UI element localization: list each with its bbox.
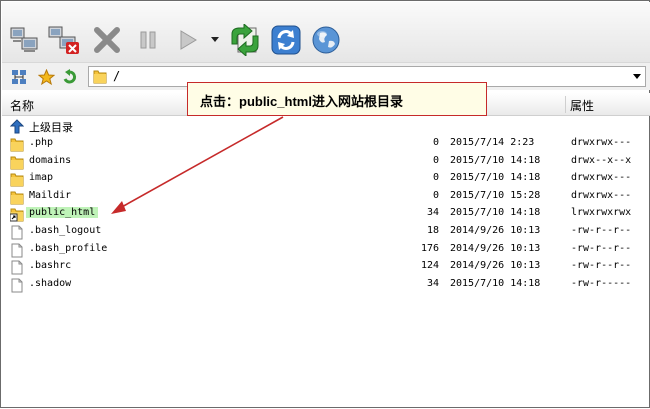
annotation-arrow bbox=[111, 116, 284, 214]
ftp-client-window: / 名称 属性 上级目录 .php 0 2015/7/14 2:23 drwxrwx-… bbox=[0, 0, 650, 408]
annotation-callout: 点击：public_html进入网站根目录 bbox=[187, 82, 487, 116]
annotation-text: 点击：public_html进入网站根目录 bbox=[200, 94, 403, 109]
